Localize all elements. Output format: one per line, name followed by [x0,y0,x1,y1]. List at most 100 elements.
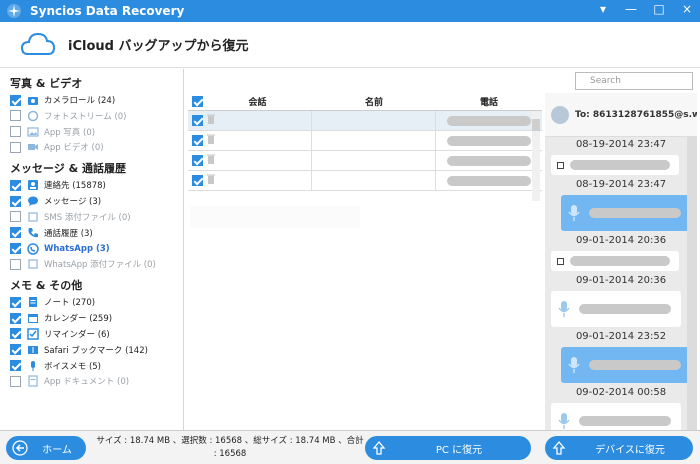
checkbox[interactable] [10,110,21,122]
trash-icon [207,114,215,127]
checkbox[interactable] [10,211,21,223]
checkbox[interactable] [10,344,21,356]
checkbox[interactable] [10,296,21,308]
category-contacts[interactable]: 連絡先 (15878) [10,178,183,192]
checkbox[interactable] [10,195,21,207]
category-label: App 写真 (0) [44,127,96,138]
group-title-notes: メモ & その他 [10,279,83,293]
table-scrollbar[interactable] [532,111,540,201]
checkbox[interactable] [192,135,203,146]
contacts-icon [27,179,39,191]
checkbox[interactable] [10,258,21,270]
note-icon [27,296,39,308]
category-reminders[interactable]: リマインダー (6) [10,327,183,341]
page-title: iCloud バッグアップから復元 [68,39,249,54]
dropdown-menu-button[interactable]: ▾ [596,2,610,16]
category-safari-bookmarks[interactable]: Safari ブックマーク (142) [10,343,183,357]
checkbox[interactable] [10,126,21,138]
microphone-icon [558,301,570,317]
checkbox[interactable] [10,375,21,387]
category-label: WhatsApp (3) [44,243,110,254]
checkbox[interactable] [10,141,21,153]
blurred-phone [447,115,531,126]
chat-recipient: To: 8613128761855@s.w... [575,109,697,120]
checkbox[interactable] [10,94,21,106]
category-call-history[interactable]: 通話履歴 (3) [10,226,183,240]
restore-to-device-button[interactable]: デバイスに復元 [545,436,693,460]
checkbox[interactable] [10,179,21,191]
category-sms-attachments[interactable]: SMS 添付ファイル (0) [10,210,183,224]
trash-icon [207,134,215,147]
category-label: リマインダー (6) [44,329,110,340]
table-row[interactable] [188,151,542,171]
chat-panel: To: 8613128761855@s.w... 08-19-2014 23:4… [545,93,697,430]
arrow-left-icon [12,440,28,456]
checkbox[interactable] [192,155,203,166]
image-icon [27,126,39,138]
title-bar: Syncios Data Recovery ▾ — □ × [0,0,700,22]
blurred-phone [447,175,531,186]
column-header-phone[interactable]: 電話 [436,95,542,108]
chat-scrollbar[interactable] [687,137,697,430]
checkbox[interactable] [10,227,21,239]
category-panel: 写真 & ビデオ カメラロール (24) フォトストリーム (0) App 写真… [0,69,184,430]
trash-icon [207,174,215,187]
trash-icon [207,154,215,167]
category-label: WhatsApp 添付ファイル (0) [44,260,156,271]
checkbox[interactable] [10,312,21,324]
message-icon [27,195,39,207]
table-row[interactable] [188,171,542,191]
group-title-photos: 写真 & ビデオ [10,77,83,90]
video-icon [27,141,39,153]
home-button[interactable]: ホーム [6,436,86,460]
message-bubble-outgoing [545,195,691,231]
search-input[interactable]: Search [575,72,693,90]
page-header: iCloud バッグアップから復元 [0,22,700,68]
category-whatsapp[interactable]: WhatsApp (3) [10,242,183,256]
message-timestamp: 08-19-2014 23:47 [575,139,667,150]
cloud-icon [20,30,56,60]
category-voice-memos[interactable]: ボイスメモ (5) [10,359,183,373]
category-app-documents[interactable]: App ドキュメント (0) [10,374,183,388]
document-icon [27,375,39,387]
conversation-table: 会話 名前 電話 [188,93,542,191]
close-button[interactable]: × [680,2,694,16]
table-row[interactable] [188,131,542,151]
microphone-icon [568,357,580,373]
category-calendar[interactable]: カレンダー (259) [10,311,183,325]
category-label: SMS 添付ファイル (0) [44,212,131,223]
whatsapp-icon [27,242,39,255]
column-header-name[interactable]: 名前 [312,95,436,108]
app-logo-icon [6,3,22,19]
checkbox[interactable] [10,360,21,372]
maximize-button[interactable]: □ [652,2,666,16]
category-photo-stream[interactable]: フォトストリーム (0) [10,109,183,123]
restore-to-pc-button[interactable]: PC に復元 [365,436,531,460]
category-label: フォトストリーム (0) [44,111,127,122]
column-header-conversation[interactable]: 会話 [203,95,312,108]
select-all-checkbox[interactable] [192,96,203,107]
category-app-photos[interactable]: App 写真 (0) [10,125,183,139]
message-bubble-incoming [551,155,697,175]
broken-image-icon [557,257,564,265]
category-messages[interactable]: メッセージ (3) [10,194,183,208]
category-label: Safari ブックマーク (142) [44,345,148,356]
checkbox[interactable] [192,115,203,126]
app-title: Syncios Data Recovery [30,4,185,18]
table-row[interactable] [188,111,542,131]
checkbox[interactable] [10,243,21,255]
category-label: ノート (270) [44,298,96,309]
category-whatsapp-attachments[interactable]: WhatsApp 添付ファイル (0) [10,257,183,271]
selection-summary: サイズ : 18.74 MB 、選択数 : 16568 、総サイズ : 18.7… [96,436,364,459]
minimize-button[interactable]: — [624,2,638,16]
category-label: 通話履歴 (3) [44,228,93,239]
attachment-icon [27,211,39,223]
category-label: カメラロール (24) [44,96,116,106]
checkbox[interactable] [192,175,203,186]
checkbox[interactable] [10,328,21,340]
category-label: App ドキュメント (0) [44,377,130,388]
category-app-videos[interactable]: App ビデオ (0) [10,140,183,154]
category-label: 連絡先 (15878) [44,181,106,192]
category-notes[interactable]: ノート (270) [10,295,183,309]
category-camera-roll[interactable]: カメラロール (24) [10,93,183,107]
